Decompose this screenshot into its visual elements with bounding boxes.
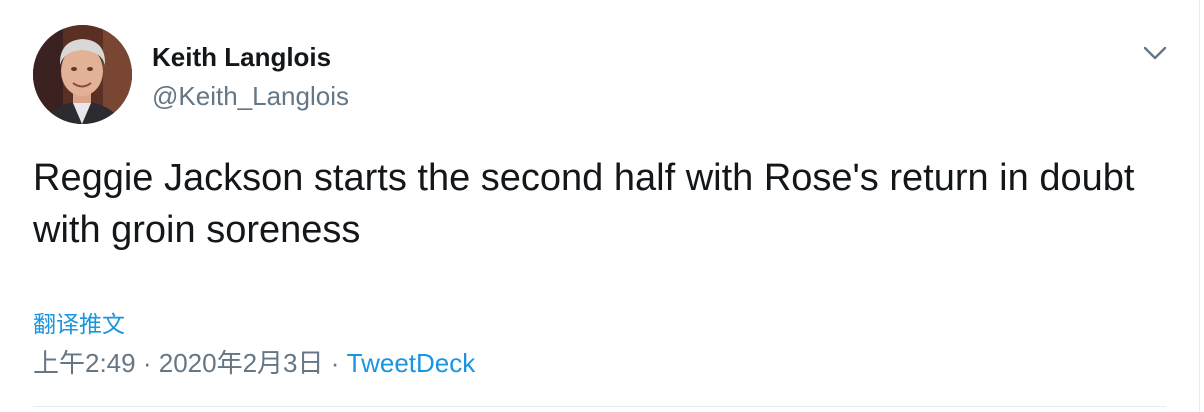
tweet-source-link[interactable]: TweetDeck	[347, 348, 476, 378]
author-display-name[interactable]: Keith Langlois	[152, 42, 331, 73]
divider	[33, 406, 1166, 407]
avatar[interactable]	[33, 25, 132, 124]
translate-tweet-link[interactable]: 翻译推文	[33, 305, 125, 339]
meta-separator: ·	[330, 348, 340, 378]
tweet-card: Keith Langlois @Keith_Langlois Reggie Ja…	[0, 0, 1200, 412]
author-handle[interactable]: @Keith_Langlois	[152, 81, 349, 112]
tweet-date[interactable]: 2020年2月3日	[159, 348, 324, 378]
avatar-photo	[33, 25, 132, 124]
tweet-time[interactable]: 上午2:49	[33, 348, 136, 378]
meta-separator: ·	[142, 348, 152, 378]
tweet-meta: 上午2:49 · 2020年2月3日 · TweetDeck	[33, 343, 475, 380]
tweet-text: Reggie Jackson starts the second half wi…	[33, 157, 1135, 251]
chevron-down-icon[interactable]	[1141, 42, 1169, 64]
